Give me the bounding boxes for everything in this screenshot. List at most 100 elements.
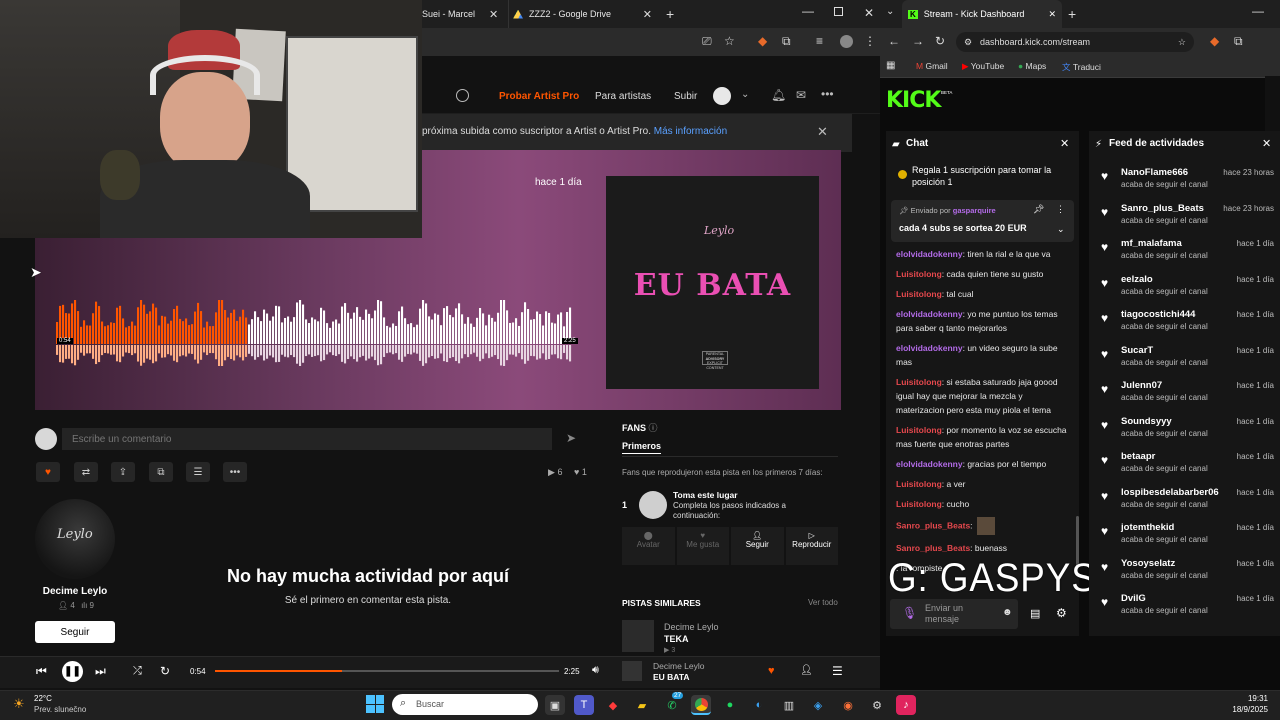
tiktok-icon[interactable]: ♪ <box>896 695 916 715</box>
more-icon[interactable]: ••• <box>821 87 834 101</box>
repost-button[interactable]: ⇄ <box>74 462 98 482</box>
for-artists-link[interactable]: Para artistas <box>595 91 651 102</box>
feed-username[interactable]: mf_malafama <box>1121 238 1182 249</box>
mail-icon[interactable]: ✉ <box>796 88 806 102</box>
settings-gear-icon[interactable]: ⚙ <box>867 695 887 715</box>
player-follow-icon[interactable]: 👤︎ <box>800 665 813 676</box>
chat-username[interactable]: Luisitolong <box>896 425 942 435</box>
menu-dots-icon[interactable]: ⋮ <box>864 34 876 48</box>
chat-username[interactable]: Luisitolong <box>896 377 942 387</box>
queue-icon[interactable]: ☰ <box>832 664 843 678</box>
chat-username[interactable]: Sanro_plus_Beats <box>896 520 970 530</box>
gift-sub-prompt[interactable]: Regala 1 suscripción para tomar la posic… <box>912 164 1072 188</box>
emoji-icon[interactable]: ☻ <box>1002 607 1013 618</box>
feed-close-icon[interactable]: ✕ <box>1262 137 1271 150</box>
chat-username[interactable]: Luisitolong <box>896 499 942 509</box>
new-tab-icon[interactable]: + <box>666 6 674 22</box>
media-control-icon[interactable]: ≡ <box>816 34 823 48</box>
apps-grid-icon[interactable]: ▦ <box>886 60 895 71</box>
feed-username[interactable]: Sanro_plus_Beats <box>1121 203 1204 214</box>
feed-username[interactable]: Soundsyyy <box>1121 416 1172 427</box>
chevron-down-icon[interactable]: ⌄ <box>741 89 749 100</box>
fans-tab-first[interactable]: Primeros <box>622 441 662 454</box>
player-progress-track[interactable] <box>215 670 559 672</box>
copy-link-button[interactable]: ⧉ <box>149 462 173 482</box>
feed-username[interactable]: SucarT <box>1121 345 1153 356</box>
task-view-icon[interactable]: ▣ <box>545 695 565 715</box>
chat-username[interactable]: Luisitolong <box>896 269 942 279</box>
store-icon[interactable]: ▥ <box>779 695 799 715</box>
feed-username[interactable]: Julenn07 <box>1121 380 1162 391</box>
reload-icon[interactable]: ↻ <box>935 34 945 48</box>
similar-track-title[interactable]: TEKA <box>664 634 689 644</box>
tab-kick-dashboard[interactable]: K Stream - Kick Dashboard ✕ <box>902 0 1062 28</box>
spotify-icon[interactable]: ● <box>720 695 740 715</box>
unpin-icon[interactable]: 📌︎ <box>1033 204 1044 215</box>
bookmark-youtube[interactable]: ▶ YouTube <box>962 61 1004 72</box>
player-track[interactable]: EU BATA <box>653 672 690 682</box>
feed-username[interactable]: tiagocostichi444 <box>1121 309 1195 320</box>
bookmark-translate[interactable]: 文 Traduci <box>1062 61 1101 73</box>
share-button[interactable]: ⇪ <box>111 462 135 482</box>
waveform[interactable] <box>56 300 572 366</box>
minimize-icon[interactable]: — <box>1252 4 1264 18</box>
bookmark-gmail[interactable]: M Gmail <box>916 61 948 71</box>
fan-action-follow[interactable]: 👤︎ Seguir <box>731 527 784 565</box>
follow-artist-button[interactable]: Seguir <box>35 621 115 643</box>
repeat-icon[interactable]: ↻ <box>160 664 170 678</box>
extensions-puzzle-icon[interactable]: ⧉ <box>782 34 791 49</box>
forward-icon[interactable]: → <box>912 34 924 48</box>
chat-send-input[interactable]: 🎙︎ Enviar un mensaje ☻ <box>890 599 1018 629</box>
pause-button[interactable]: ❚❚ <box>62 661 83 682</box>
like-button[interactable]: ♥ <box>36 462 60 482</box>
firefox-icon[interactable]: ◉ <box>838 695 858 715</box>
previous-track-icon[interactable]: ⏮ <box>36 664 47 679</box>
send-comment-icon[interactable]: ➤ <box>566 431 576 445</box>
similar-see-all-link[interactable]: Ver todo <box>808 598 838 607</box>
close-icon[interactable]: ✕ <box>489 8 498 21</box>
profile-avatar-icon[interactable] <box>840 35 853 48</box>
similar-track-artwork[interactable] <box>622 620 654 652</box>
artist-name[interactable]: Decime Leylo <box>0 586 150 597</box>
feed-username[interactable]: Yosoyselatz <box>1121 558 1175 569</box>
feed-username[interactable]: NanoFlame666 <box>1121 167 1188 178</box>
shuffle-icon[interactable]: ⤮ <box>133 665 142 678</box>
taskbar-search-box[interactable]: ⌕ Buscar <box>392 694 538 715</box>
similar-track-artist[interactable]: Decime Leylo <box>664 622 719 632</box>
weather-desc[interactable]: Prev. slunečno <box>34 705 86 714</box>
clock-date[interactable]: 18/9/2025 <box>1210 705 1268 714</box>
chat-settings-gear-icon[interactable]: ⚙ <box>1056 606 1067 620</box>
feed-username[interactable]: jotemthekid <box>1121 522 1174 533</box>
upload-link[interactable]: Subir <box>674 91 697 102</box>
bookmark-star-icon[interactable]: ☆ <box>1178 32 1186 52</box>
extension-fox-icon[interactable]: ◆ <box>758 34 767 48</box>
pinned-user[interactable]: gasparquire <box>953 206 996 215</box>
feed-username[interactable]: DvilG <box>1121 593 1146 604</box>
player-artwork[interactable] <box>622 661 642 681</box>
extensions-puzzle-icon[interactable]: ⧉ <box>1234 34 1243 49</box>
artist-avatar[interactable]: Leylo <box>35 499 115 579</box>
weather-sun-icon[interactable]: ☀ <box>13 696 25 712</box>
bookmark-maps[interactable]: ● Maps <box>1018 61 1046 71</box>
more-actions-button[interactable]: ••• <box>223 462 247 482</box>
banner-close-icon[interactable]: ✕ <box>817 124 828 140</box>
url-bar[interactable]: ⚙ dashboard.kick.com/stream ☆ <box>956 32 1194 52</box>
feed-username[interactable]: betaapr <box>1121 451 1155 462</box>
tab-list-icon[interactable]: ⌄ <box>886 6 894 17</box>
bell-icon[interactable]: 🔔︎ <box>771 88 786 102</box>
chat-username[interactable]: Sanro_plus_Beats <box>896 543 970 553</box>
back-icon[interactable]: ← <box>888 34 900 48</box>
site-info-icon[interactable]: ⚙ <box>964 32 972 52</box>
info-icon[interactable]: ⓘ <box>649 423 658 433</box>
fan-action-play[interactable]: ▷ Reproducir <box>785 527 838 565</box>
next-track-icon[interactable]: ⏭ <box>95 664 106 679</box>
extension-fox-icon[interactable]: ◆ <box>1210 34 1219 48</box>
clock-time[interactable]: 19:31 <box>1220 694 1268 703</box>
minimize-icon[interactable]: — <box>802 4 814 18</box>
teams-icon[interactable]: T <box>574 695 594 715</box>
feed-username[interactable]: lospibesdelabarber06 <box>1121 487 1219 498</box>
chat-username[interactable]: eloIvidadokenny <box>896 249 963 259</box>
vscode-icon[interactable]: ◈ <box>808 695 828 715</box>
banner-more-info-link[interactable]: Más información <box>654 126 727 137</box>
tab-marcel[interactable]: Suei - Marcel ✕ <box>422 0 498 28</box>
